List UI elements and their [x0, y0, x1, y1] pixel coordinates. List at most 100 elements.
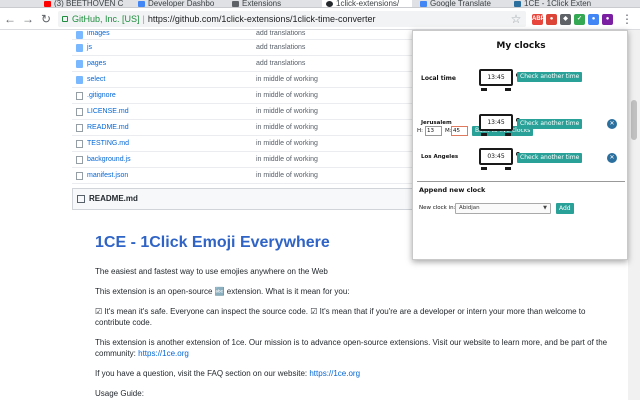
tab-youtube[interactable]: (3) BEETHOVEN C	[40, 0, 130, 8]
clock-name: Los Angeles	[421, 154, 459, 160]
folder-icon	[76, 76, 83, 84]
file-icon	[76, 108, 83, 116]
youtube-icon	[44, 1, 51, 7]
menu-kebab-icon[interactable]: ⋮	[620, 11, 634, 27]
page-scrollbar[interactable]	[628, 30, 640, 400]
file-icon	[76, 92, 83, 100]
folder-icon	[76, 44, 83, 52]
file-name[interactable]: background.js	[87, 152, 131, 168]
address-bar: ← → ↻ GitHub, Inc. [US] | https://github.c…	[0, 8, 640, 30]
commit-message[interactable]: add translations	[256, 30, 305, 38]
file-name[interactable]: images	[87, 30, 110, 38]
clock-display: 03:45	[473, 144, 521, 170]
append-clock-heading: Append new clock	[419, 186, 486, 194]
clock-display: 13:45	[473, 110, 521, 136]
file-name[interactable]: .gitignore	[87, 88, 116, 104]
check-another-time-button[interactable]: Check another time	[517, 153, 583, 163]
url-text: https://github.com/1click-extensions/1cl…	[147, 14, 376, 24]
clock-leg	[505, 133, 511, 136]
1ce-icon	[514, 1, 521, 7]
file-name[interactable]: README.md	[87, 120, 129, 136]
readme-paragraph: If you have a question, visit the FAQ se…	[95, 368, 615, 379]
commit-message[interactable]: add translations	[256, 56, 305, 72]
back-arrow-icon[interactable]: ←	[2, 11, 18, 27]
tab-title: Extensions	[242, 0, 282, 8]
clock-leg	[481, 167, 487, 170]
commit-message[interactable]: add translations	[256, 40, 305, 56]
tab-developer-dashboard[interactable]: Developer Dashbo	[134, 0, 224, 8]
readme-paragraph: This extension is another extension of 1…	[95, 337, 615, 359]
clock-leg	[481, 88, 487, 91]
clock-leg	[505, 88, 511, 91]
clock-leg	[481, 133, 487, 136]
extension-green-icon[interactable]: ✓	[574, 14, 585, 25]
commit-message[interactable]: in middle of working	[256, 168, 318, 184]
file-name[interactable]: js	[87, 40, 92, 56]
extension-adblock-icon[interactable]: ABP	[532, 14, 545, 25]
commit-message[interactable]: in middle of working	[256, 152, 318, 168]
folder-icon	[76, 60, 83, 68]
tab-title: Google Translate	[430, 0, 491, 8]
commit-message[interactable]: in middle of working	[256, 136, 318, 152]
star-icon[interactable]: ☆	[508, 11, 524, 27]
tab-github[interactable]: 1click-extensions/	[322, 0, 412, 8]
certificate-label: GitHub, Inc. [US]	[72, 14, 140, 24]
tab-title: 1click-extensions/	[336, 0, 400, 8]
popup-divider	[417, 181, 625, 182]
tab-google-translate[interactable]: Google Translate	[416, 0, 506, 8]
chrome-store-icon	[138, 1, 145, 7]
commit-message[interactable]: in middle of working	[256, 104, 318, 120]
tab-extensions[interactable]: Extensions	[228, 0, 318, 8]
clock-time: 13:45	[479, 69, 513, 86]
add-clock-button[interactable]: Add	[556, 203, 574, 214]
paragraph-text: If you have a question, visit the FAQ se…	[95, 369, 310, 378]
faq-link[interactable]: https://1ce.org	[309, 369, 360, 378]
check-another-time-button[interactable]: Check another time	[517, 72, 583, 82]
forward-arrow-icon[interactable]: →	[20, 11, 36, 27]
reload-icon[interactable]: ↻	[38, 11, 54, 27]
commit-message[interactable]: in middle of working	[256, 88, 318, 104]
readme-paragraph: ☑ It's mean it's safe. Everyone can insp…	[95, 307, 586, 327]
commit-message[interactable]: in middle of working	[256, 120, 318, 136]
file-name[interactable]: TESTING.md	[87, 136, 129, 152]
popup-title: My clocks	[496, 41, 546, 51]
remove-clock-icon[interactable]: ✕	[607, 153, 617, 163]
tab-strip: (3) BEETHOVEN C Developer Dashbo Extensi…	[0, 0, 640, 8]
file-icon	[76, 172, 83, 180]
clock-leg	[505, 167, 511, 170]
new-clock-label: New clock in:	[419, 205, 456, 211]
puzzle-icon	[232, 1, 239, 7]
tab-title: Developer Dashbo	[148, 0, 215, 8]
website-link[interactable]: https://1ce.org	[138, 349, 189, 358]
translate-icon	[420, 1, 427, 7]
scrollbar-thumb[interactable]	[631, 100, 637, 140]
clock-row-jerusalem: Jerusalem 13:45 Check another time ✕	[421, 109, 627, 139]
file-name[interactable]: pages	[87, 56, 106, 72]
remove-clock-icon[interactable]: ✕	[607, 119, 617, 129]
profile-avatar-icon[interactable]: ●	[602, 14, 613, 25]
clock-time: 13:45	[479, 114, 513, 131]
check-another-time-button[interactable]: Check another time	[517, 119, 583, 129]
clock-display: 13:45	[473, 65, 521, 91]
readme-header-label: README.md	[89, 194, 138, 203]
file-name[interactable]: select	[87, 72, 105, 88]
extension-grey-icon[interactable]: ◆	[560, 14, 571, 25]
file-name[interactable]: manifest.json	[87, 168, 128, 184]
clock-time: 03:45	[479, 148, 513, 165]
tab-title: (3) BEETHOVEN C	[54, 0, 124, 8]
url-separator: |	[142, 14, 145, 24]
commit-message[interactable]: in middle of working	[256, 72, 318, 88]
file-icon	[76, 124, 83, 132]
tab-1ce[interactable]: 1CE - 1Click Exten	[510, 0, 600, 8]
usage-guide-heading: Usage Guide:	[95, 389, 144, 398]
timezone-select[interactable]: Abidjan ▼	[455, 203, 551, 214]
file-icon	[76, 156, 83, 164]
url-field[interactable]: GitHub, Inc. [US] | https://github.com/1cl…	[58, 11, 526, 27]
extension-blue-icon[interactable]: ●	[588, 14, 599, 25]
extension-red-icon[interactable]: ●	[546, 14, 557, 25]
file-icon	[76, 140, 83, 148]
tab-title: 1CE - 1Click Exten	[524, 0, 592, 8]
file-name[interactable]: LICENSE.md	[87, 104, 129, 120]
my-clocks-popup: My clocks Local time 13:45 Check another…	[412, 30, 628, 260]
book-icon	[77, 195, 85, 203]
